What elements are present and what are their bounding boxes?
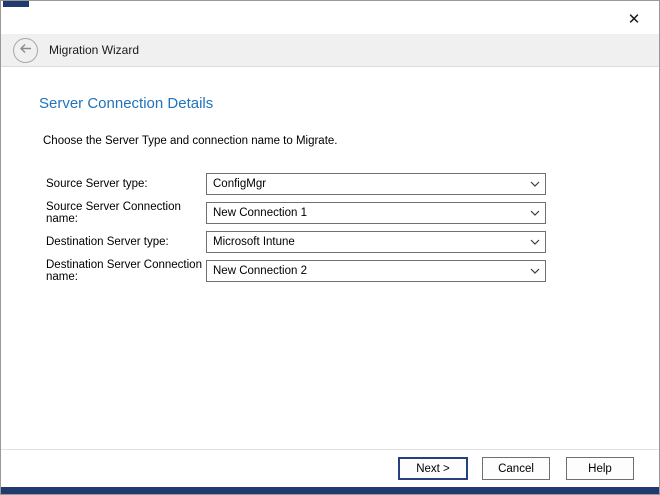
- cancel-button[interactable]: Cancel: [482, 457, 550, 480]
- destination-connection-name-label: Destination Server Connection name:: [1, 259, 206, 283]
- bottom-border-bar: [1, 487, 659, 494]
- destination-server-type-dropdown[interactable]: Microsoft Intune: [206, 231, 546, 253]
- page-title: Server Connection Details: [39, 95, 659, 112]
- field-row-source-connection-name: Source Server Connection name: New Conne…: [1, 202, 659, 224]
- wizard-title: Migration Wizard: [49, 43, 139, 57]
- field-row-source-server-type: Source Server type: ConfigMgr: [1, 173, 659, 195]
- field-row-destination-server-type: Destination Server type: Microsoft Intun…: [1, 231, 659, 253]
- migration-wizard-window: ✕ Migration Wizard Server Connection Det…: [0, 0, 660, 495]
- wizard-header: Migration Wizard: [1, 34, 659, 67]
- source-server-type-value: ConfigMgr: [213, 178, 525, 190]
- chevron-down-icon: [525, 261, 545, 281]
- destination-connection-name-dropdown[interactable]: New Connection 2: [206, 260, 546, 282]
- titlebar-fragment: [3, 1, 29, 7]
- wizard-footer: Next > Cancel Help: [1, 449, 659, 487]
- back-arrow-icon: [19, 41, 32, 59]
- field-list: Source Server type: ConfigMgr Source Ser…: [1, 173, 659, 282]
- source-connection-name-label: Source Server Connection name:: [1, 201, 206, 225]
- chevron-down-icon: [525, 232, 545, 252]
- close-icon[interactable]: ✕: [619, 6, 649, 32]
- field-row-destination-connection-name: Destination Server Connection name: New …: [1, 260, 659, 282]
- back-button[interactable]: [13, 38, 38, 63]
- source-server-type-label: Source Server type:: [1, 178, 206, 190]
- destination-server-type-value: Microsoft Intune: [213, 236, 525, 248]
- chevron-down-icon: [525, 174, 545, 194]
- source-connection-name-dropdown[interactable]: New Connection 1: [206, 202, 546, 224]
- help-button[interactable]: Help: [566, 457, 634, 480]
- source-connection-name-value: New Connection 1: [213, 207, 525, 219]
- instruction-text: Choose the Server Type and connection na…: [43, 135, 659, 147]
- chevron-down-icon: [525, 203, 545, 223]
- destination-server-type-label: Destination Server type:: [1, 236, 206, 248]
- destination-connection-name-value: New Connection 2: [213, 265, 525, 277]
- next-button[interactable]: Next >: [398, 457, 468, 480]
- source-server-type-dropdown[interactable]: ConfigMgr: [206, 173, 546, 195]
- wizard-content: Server Connection Details Choose the Ser…: [1, 68, 659, 289]
